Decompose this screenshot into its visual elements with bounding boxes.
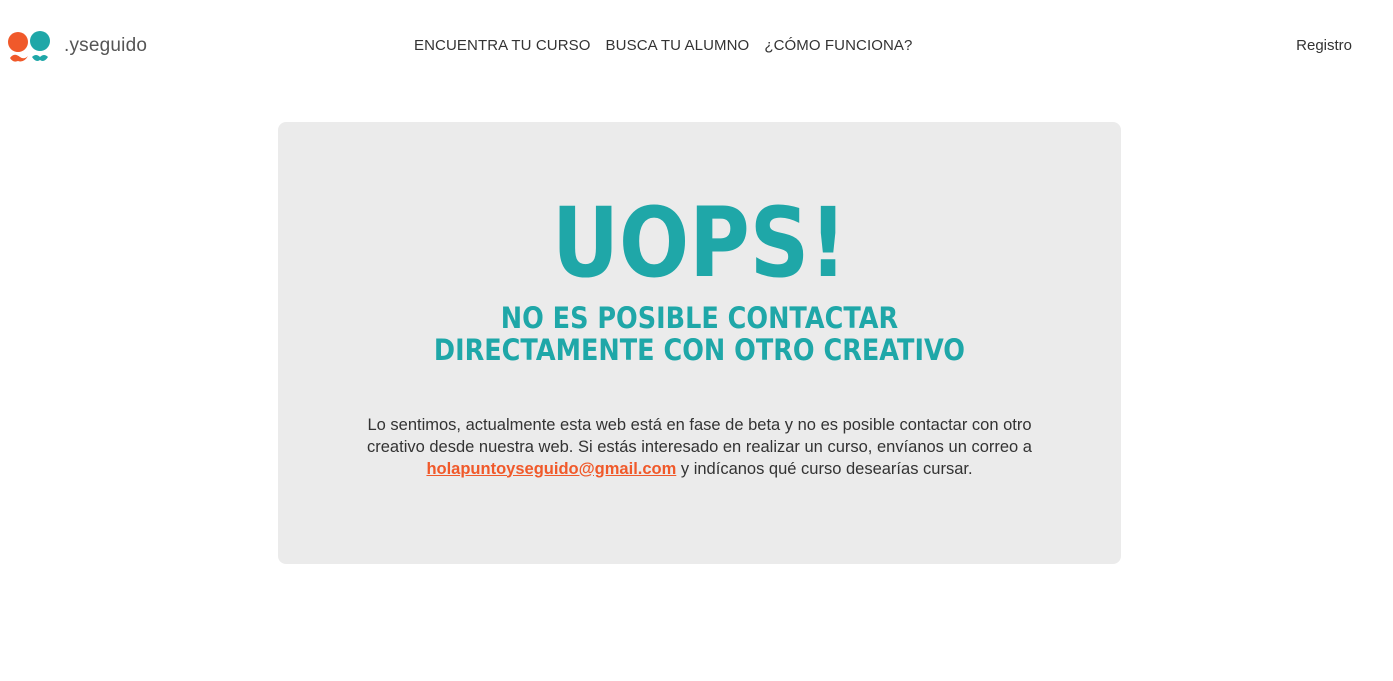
nav-item-encuentra-tu-curso[interactable]: ENCUENTRA TU CURSO xyxy=(414,37,591,54)
brand-logo-link[interactable]: .yseguido xyxy=(8,30,147,66)
error-subhead: NO ES POSIBLE CONTACTAR DIRECTAMENTE CON… xyxy=(329,302,1071,366)
contact-email-link[interactable]: holapuntoyseguido@gmail.com xyxy=(426,460,676,478)
nav-item-busca-tu-alumno[interactable]: BUSCA TU ALUMNO xyxy=(606,37,750,54)
brand-name: .yseguido xyxy=(64,35,148,56)
error-subhead-line-1: NO ES POSIBLE CONTACTAR xyxy=(500,301,899,335)
error-message: Lo sentimos, actualmente esta web está e… xyxy=(348,414,1051,480)
main-nav: ENCUENTRA TU CURSO BUSCA TU ALUMNO ¿CÓMO… xyxy=(414,37,912,54)
site-header: .yseguido ENCUENTRA TU CURSO BUSCA TU AL… xyxy=(0,0,1393,92)
error-headline: UOPS! xyxy=(552,187,847,299)
two-heads-mustache-logo-icon xyxy=(8,31,50,62)
error-message-text-after: y indícanos qué curso desearías cursar. xyxy=(676,459,973,478)
register-link[interactable]: Registro xyxy=(1296,37,1352,54)
nav-item-como-funciona[interactable]: ¿CÓMO FUNCIONA? xyxy=(764,37,912,54)
error-message-text-before: Lo sentimos, actualmente esta web está e… xyxy=(367,415,1032,456)
error-card: UOPS! NO ES POSIBLE CONTACTAR DIRECTAMEN… xyxy=(278,122,1121,564)
error-subhead-line-2: DIRECTAMENTE CON OTRO CREATIVO xyxy=(433,333,965,367)
